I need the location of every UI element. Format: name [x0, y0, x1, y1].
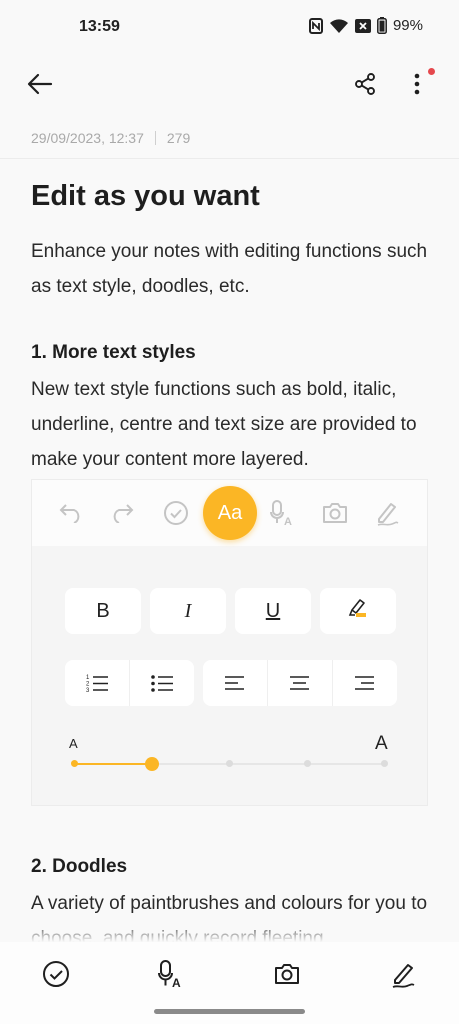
svg-text:1: 1: [86, 675, 90, 681]
bulleted-list-icon: [130, 660, 194, 706]
content-fade: [0, 920, 459, 942]
camera-icon: [319, 497, 351, 529]
text-size-step: [381, 760, 388, 767]
battery-icon: [377, 17, 387, 34]
doodle-pen-icon: [371, 497, 403, 529]
app-bar: [0, 56, 459, 116]
svg-text:2: 2: [86, 682, 90, 688]
section-heading-doodles[interactable]: 2. Doodles: [31, 856, 127, 878]
notification-dot: [428, 68, 435, 75]
back-arrow-icon: [27, 73, 53, 100]
text-size-step: [226, 760, 233, 767]
doodle-pen-icon: [389, 960, 417, 993]
text-size-step: [71, 760, 78, 767]
bold-button: B: [65, 588, 141, 634]
meta-separator: [154, 131, 156, 145]
checklist-icon: [160, 497, 192, 529]
battery-level: 99%: [392, 17, 423, 34]
camera-icon: [273, 962, 301, 991]
text-style-preview-image: Aa A B I U 123 A A: [31, 479, 428, 806]
checklist-button[interactable]: [38, 958, 74, 994]
voice-to-text-icon: A: [158, 959, 184, 993]
status-icons: 99%: [308, 17, 423, 34]
highlighter-icon: [347, 597, 369, 625]
text-size-max-label: A: [375, 733, 388, 754]
underline-button: U: [235, 588, 311, 634]
section-heading-text-styles[interactable]: 1. More text styles: [31, 342, 196, 364]
undo-icon: [54, 497, 86, 529]
more-options-button[interactable]: [402, 68, 432, 104]
more-vertical-icon: [414, 73, 420, 100]
voice-to-text-icon: A: [266, 497, 298, 529]
note-char-count: 279: [166, 130, 191, 146]
italic-button: I: [150, 588, 226, 634]
text-size-slider-fill: [74, 763, 152, 765]
list-group: 123: [65, 660, 194, 706]
text-style-icon: Aa: [203, 486, 257, 540]
status-time: 13:59: [79, 18, 120, 35]
list-align-row: 123: [65, 660, 397, 706]
align-right-icon: [333, 660, 397, 706]
back-button[interactable]: [22, 68, 58, 104]
text-size-slider-knob: [144, 757, 159, 771]
home-indicator[interactable]: [154, 1009, 305, 1014]
nfc-icon: [308, 17, 323, 34]
header-divider: [0, 158, 459, 159]
share-icon: [353, 72, 377, 101]
format-buttons-row: B I U: [65, 588, 396, 634]
align-group: [203, 660, 397, 706]
camera-button[interactable]: [269, 958, 305, 994]
section-body-text-styles[interactable]: New text style functions such as bold, i…: [31, 372, 431, 477]
checklist-icon: [42, 960, 70, 993]
note-meta: 29/09/2023, 12:37 279: [31, 130, 190, 146]
svg-text:3: 3: [86, 688, 90, 693]
note-title[interactable]: Edit as you want: [31, 180, 260, 213]
svg-text:A: A: [172, 976, 181, 988]
align-left-icon: [203, 660, 268, 706]
numbered-list-icon: 123: [65, 660, 130, 706]
wifi-icon: [329, 18, 349, 34]
voice-to-text-button[interactable]: A: [153, 958, 189, 994]
no-sim-icon: [354, 18, 371, 33]
note-date: 29/09/2023, 12:37: [31, 130, 144, 146]
highlight-button: [320, 588, 396, 634]
doodle-button[interactable]: [385, 958, 421, 994]
share-button[interactable]: [347, 68, 383, 104]
text-size-step: [303, 760, 311, 767]
svg-text:A: A: [284, 516, 292, 526]
preview-toolbar: Aa A: [32, 480, 427, 546]
redo-icon: [107, 497, 139, 529]
text-size-min-label: A: [69, 736, 78, 751]
note-intro[interactable]: Enhance your notes with editing function…: [31, 234, 431, 304]
text-size-slider: [71, 757, 388, 771]
align-center-icon: [268, 660, 333, 706]
status-bar: 13:59 99%: [0, 0, 459, 54]
